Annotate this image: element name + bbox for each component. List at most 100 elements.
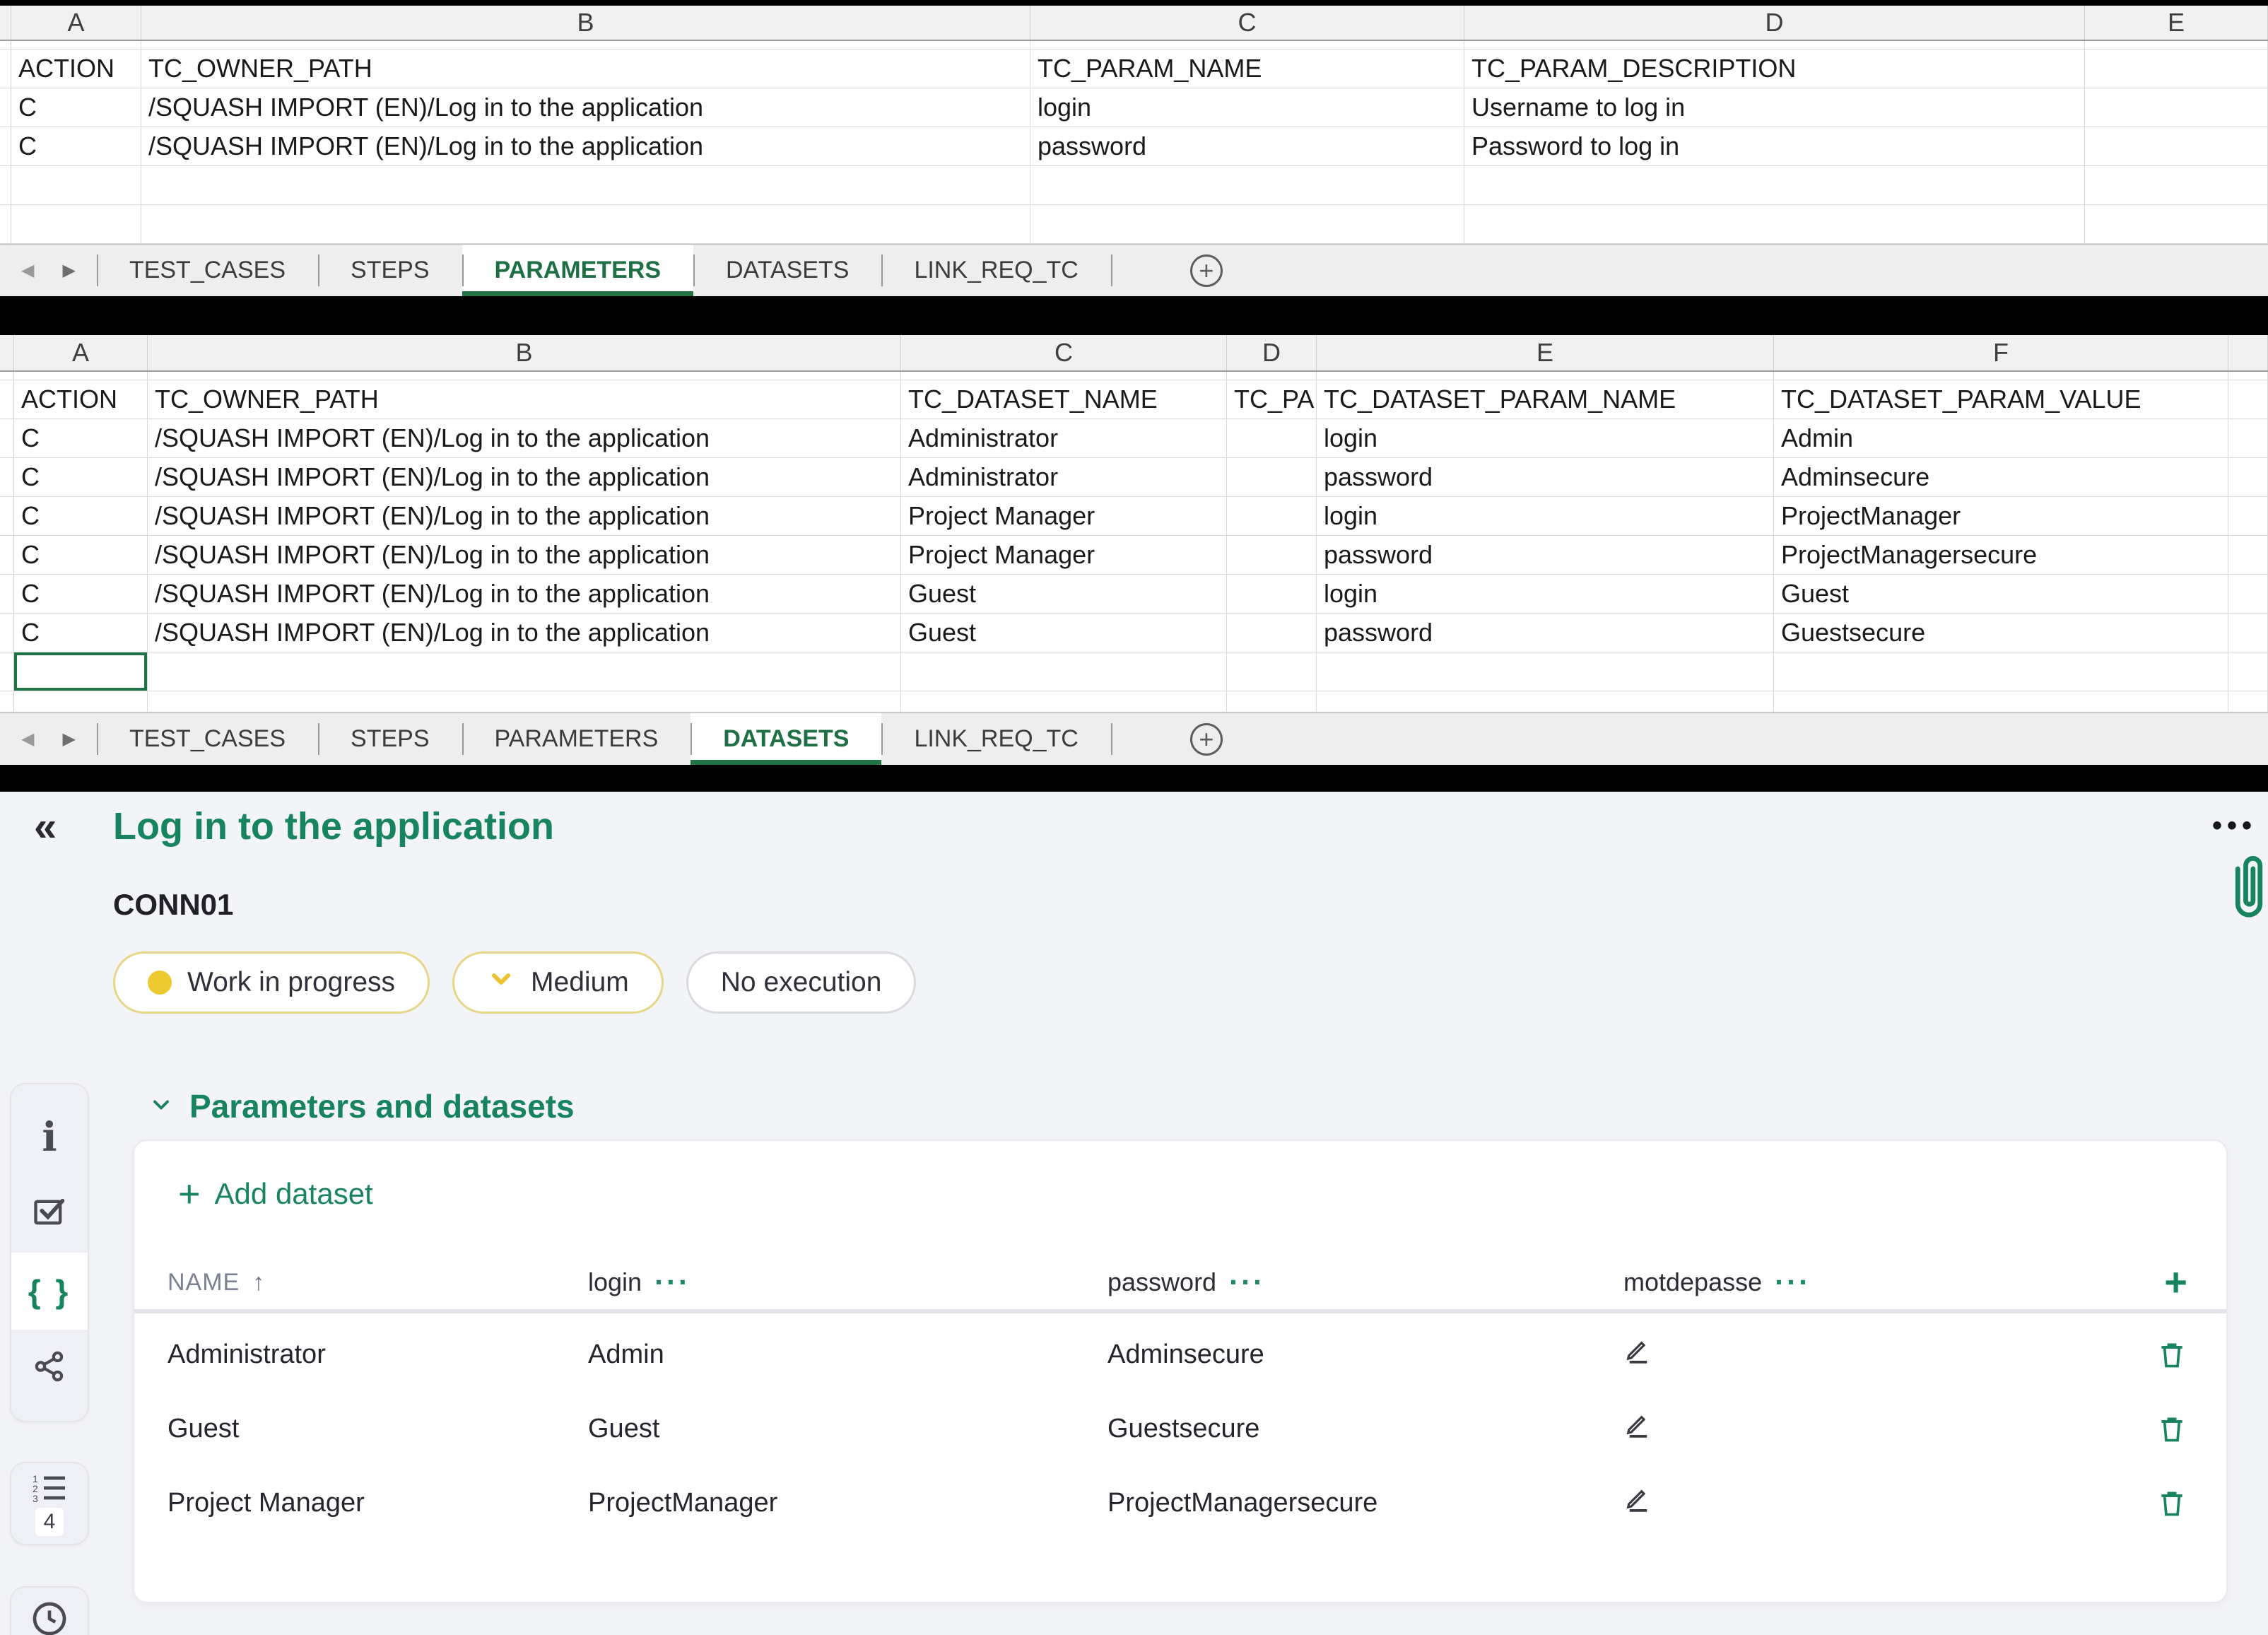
spreadsheet-cell[interactable]: /SQUASH IMPORT (EN)/Log in to the applic… (148, 458, 901, 497)
spreadsheet-cell[interactable] (1774, 652, 2228, 691)
spreadsheet-cell[interactable] (1774, 372, 2228, 380)
spreadsheet-cell[interactable]: Guestsecure (1774, 614, 2228, 652)
edit-motdepasse-button[interactable] (1623, 1337, 2111, 1373)
spreadsheet-cell[interactable] (11, 166, 141, 205)
spreadsheet-cell[interactable]: C (11, 127, 141, 166)
spreadsheet-cell[interactable]: TC_DATASET_NAME (901, 380, 1227, 419)
spreadsheet-cell[interactable]: TC_DATASET_PARAM_NAME (1317, 380, 1774, 419)
column-header-e[interactable]: E (1317, 335, 1774, 370)
spreadsheet-cell[interactable] (1030, 41, 1464, 49)
spreadsheet-cell[interactable]: Guest (1774, 575, 2228, 614)
sidebar-tab-checklist[interactable] (11, 1176, 88, 1253)
tab-scroll-left-icon[interactable]: ◀ (21, 729, 34, 749)
tab-scroll-right-icon[interactable]: ▶ (62, 729, 75, 749)
sort-asc-icon[interactable]: ↑ (252, 1269, 264, 1296)
column-menu-icon[interactable]: ··· (1775, 1267, 1811, 1297)
spreadsheet-cell[interactable] (901, 652, 1227, 691)
spreadsheet-cell[interactable] (1464, 166, 2085, 205)
sheet-tab-link_req_tc[interactable]: LINK_REQ_TC (881, 713, 1110, 765)
spreadsheet-cell[interactable]: ACTION (14, 380, 148, 419)
column-header-b[interactable]: B (141, 6, 1030, 40)
spreadsheet-cell[interactable] (1227, 419, 1317, 458)
spreadsheet-cell[interactable]: login (1317, 419, 1774, 458)
sidebar-tab-steps[interactable]: 1 2 3 4 (10, 1462, 89, 1545)
column-menu-icon[interactable]: ··· (654, 1267, 691, 1297)
spreadsheet-cell[interactable]: Project Manager (901, 497, 1227, 536)
spreadsheet-cell[interactable]: ProjectManager (1774, 497, 2228, 536)
spreadsheet-cell[interactable]: /SQUASH IMPORT (EN)/Log in to the applic… (148, 536, 901, 575)
sheet-tab-parameters[interactable]: PARAMETERS (462, 245, 693, 296)
spreadsheet-cell[interactable] (2085, 205, 2268, 244)
spreadsheet-cell[interactable]: TC_PARAM_DESCRIPTION (1464, 49, 2085, 88)
column-menu-icon[interactable]: ··· (1229, 1267, 1265, 1297)
spreadsheet-cell[interactable]: login (1317, 575, 1774, 614)
dataset-login-cell[interactable]: ProjectManager (588, 1488, 1107, 1518)
spreadsheet-cell[interactable] (1317, 652, 1774, 691)
spreadsheet-cell[interactable]: C (14, 614, 148, 652)
sheet-tab-link_req_tc[interactable]: LINK_REQ_TC (881, 245, 1110, 296)
spreadsheet-cell[interactable] (2085, 127, 2268, 166)
spreadsheet-cell[interactable] (2228, 536, 2268, 575)
spreadsheet-cell[interactable] (2228, 691, 2268, 713)
dataset-name-cell[interactable]: Guest (168, 1414, 588, 1444)
sheet-tab-steps[interactable]: STEPS (318, 713, 462, 765)
column-header-c[interactable]: C (1030, 6, 1464, 40)
spreadsheet-cell[interactable]: C (14, 497, 148, 536)
spreadsheet-cell[interactable]: Guest (901, 575, 1227, 614)
spreadsheet-cell[interactable] (1774, 691, 2228, 713)
spreadsheet-cell[interactable] (2228, 458, 2268, 497)
spreadsheet-cell[interactable] (2228, 419, 2268, 458)
sheet-tab-datasets[interactable]: DATASETS (693, 245, 881, 296)
dataset-name-cell[interactable]: Administrator (168, 1340, 588, 1370)
spreadsheet-cell[interactable]: TC_DATASET_PARAM_VALUE (1774, 380, 2228, 419)
sidebar-tab-share[interactable] (11, 1330, 88, 1407)
column-header-login[interactable]: login ··· (588, 1267, 1107, 1297)
spreadsheet-cell[interactable]: login (1030, 88, 1464, 127)
attachments-icon[interactable] (2230, 851, 2268, 928)
dataset-password-cell[interactable]: ProjectManagersecure (1107, 1488, 1623, 1518)
spreadsheet-cell[interactable] (1317, 691, 1774, 713)
spreadsheet-cell[interactable] (901, 372, 1227, 380)
spreadsheet-cell[interactable] (1227, 652, 1317, 691)
spreadsheet-cell[interactable]: ACTION (11, 49, 141, 88)
spreadsheet-cell[interactable] (11, 41, 141, 49)
spreadsheet-cell[interactable]: /SQUASH IMPORT (EN)/Log in to the applic… (148, 497, 901, 536)
spreadsheet-cell[interactable] (2085, 166, 2268, 205)
spreadsheet-cell[interactable]: Project Manager (901, 536, 1227, 575)
column-header-c[interactable]: C (901, 335, 1227, 370)
more-menu-button[interactable]: ••• (2212, 810, 2257, 842)
column-header-d[interactable]: D (1227, 335, 1317, 370)
spreadsheet-cell[interactable] (2228, 372, 2268, 380)
edit-motdepasse-button[interactable] (1623, 1411, 2111, 1448)
spreadsheet-cell[interactable] (141, 205, 1030, 244)
spreadsheet-cell[interactable]: TC_PARAM_NAME (1030, 49, 1464, 88)
back-button[interactable]: « (34, 803, 57, 850)
spreadsheet-cell[interactable]: password (1317, 458, 1774, 497)
delete-dataset-button[interactable] (2111, 1413, 2226, 1446)
spreadsheet-cell[interactable] (2228, 614, 2268, 652)
spreadsheet-cell[interactable] (1227, 372, 1317, 380)
spreadsheet-cell[interactable] (148, 652, 901, 691)
spreadsheet-cell[interactable] (1030, 205, 1464, 244)
spreadsheet-cell[interactable] (141, 41, 1030, 49)
spreadsheet-cell[interactable] (2085, 88, 2268, 127)
spreadsheet-cell[interactable]: Guest (901, 614, 1227, 652)
spreadsheet-cell[interactable] (901, 691, 1227, 713)
spreadsheet-cell[interactable] (1227, 536, 1317, 575)
spreadsheet-cell[interactable]: /SQUASH IMPORT (EN)/Log in to the applic… (148, 575, 901, 614)
sheet-tab-datasets[interactable]: DATASETS (691, 713, 882, 765)
spreadsheet-cell[interactable]: login (1317, 497, 1774, 536)
spreadsheet-cell[interactable] (1030, 166, 1464, 205)
add-column-button[interactable]: + (2111, 1262, 2226, 1302)
sheet-tab-parameters[interactable]: PARAMETERS (462, 713, 691, 765)
spreadsheet-cell[interactable]: Username to log in (1464, 88, 2085, 127)
spreadsheet-cell[interactable] (1464, 41, 2085, 49)
column-header-password[interactable]: password ··· (1107, 1267, 1623, 1297)
column-header-name[interactable]: NAME ↑ (168, 1269, 588, 1296)
add-sheet-button[interactable]: + (1189, 722, 1223, 756)
spreadsheet-cell[interactable] (1227, 691, 1317, 713)
spreadsheet-cell[interactable]: ProjectManagersecure (1774, 536, 2228, 575)
spreadsheet-cell[interactable] (1227, 458, 1317, 497)
spreadsheet-cell[interactable] (148, 372, 901, 380)
spreadsheet-cell[interactable] (14, 691, 148, 713)
